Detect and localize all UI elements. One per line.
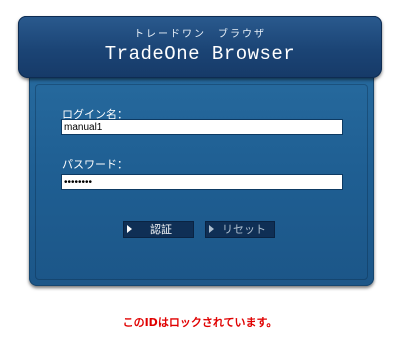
reset-button[interactable]: リセット: [205, 221, 275, 238]
arrow-right-icon: [209, 225, 214, 233]
app-title: TradeOne Browser: [104, 43, 296, 65]
login-page: ログイン名： パスワード： トレードワン ブラウザ TradeOne Brows…: [0, 0, 400, 350]
password-input[interactable]: [61, 174, 343, 190]
authenticate-button-label: 認証: [150, 223, 172, 236]
authenticate-button[interactable]: 認証: [123, 221, 194, 238]
app-subtitle: トレードワン ブラウザ: [134, 29, 266, 40]
reset-button-label: リセット: [222, 223, 266, 236]
arrow-right-icon: [127, 225, 132, 233]
password-label: パスワード：: [62, 158, 128, 171]
error-message: このIDはロックされています。: [122, 316, 278, 329]
login-name-label: ログイン名：: [62, 108, 128, 121]
login-name-input[interactable]: [61, 119, 343, 135]
app-header: トレードワン ブラウザ TradeOne Browser: [18, 16, 382, 78]
